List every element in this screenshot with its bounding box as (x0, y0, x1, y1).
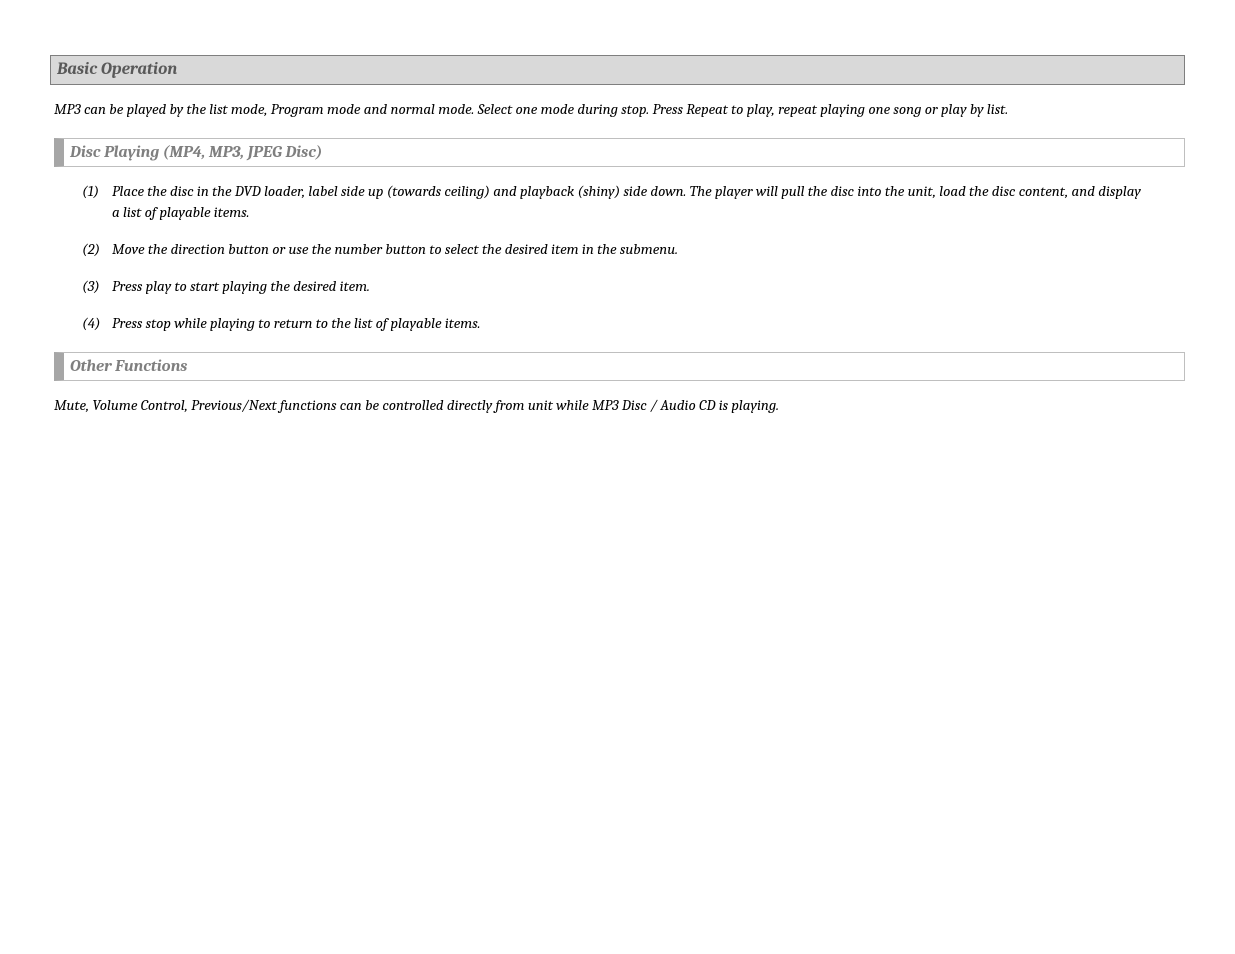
list-number: (1) (82, 181, 112, 223)
steps-list: (1) Place the disc in the DVD loader, la… (50, 181, 1185, 334)
list-item: (1) Place the disc in the DVD loader, la… (82, 181, 1181, 223)
heading-basic-operation: Basic Operation (50, 55, 1185, 85)
list-number: (4) (82, 313, 112, 334)
list-number: (3) (82, 276, 112, 297)
list-item: (4) Press stop while playing to return t… (82, 313, 1181, 334)
list-text: Press play to start playing the desired … (112, 276, 1181, 297)
list-number: (2) (82, 239, 112, 260)
list-text: Place the disc in the DVD loader, label … (112, 181, 1181, 223)
heading-disc-playing: Disc Playing (MP4, MP3, JPEG Disc) (54, 138, 1185, 167)
list-text: Press stop while playing to return to th… (112, 313, 1181, 334)
list-item: (3) Press play to start playing the desi… (82, 276, 1181, 297)
intro-paragraph: MP3 can be played by the list mode, Prog… (50, 99, 1185, 120)
heading-other-functions: Other Functions (54, 352, 1185, 381)
other-functions-paragraph: Mute, Volume Control, Previous/Next func… (50, 395, 1185, 416)
list-item: (2) Move the direction button or use the… (82, 239, 1181, 260)
list-text: Move the direction button or use the num… (112, 239, 1181, 260)
